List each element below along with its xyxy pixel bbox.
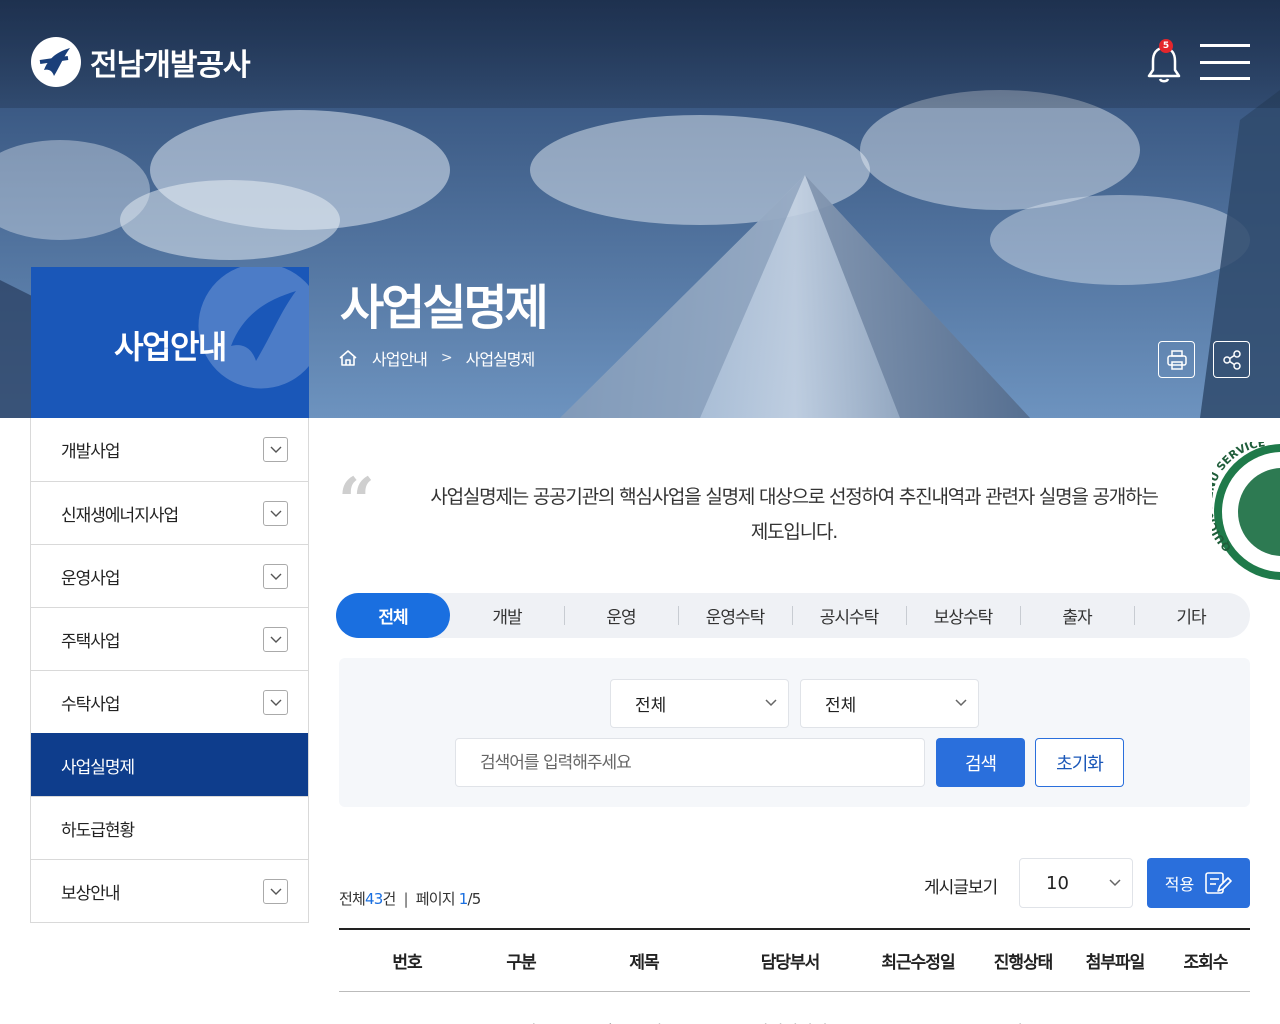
column-header: 담당부서 [760,953,821,973]
table-header: 번호 구분 제목 담당부서 최근수정일 진행상태 첨부파일 조회수 [339,930,1250,992]
sidebar-item-label: 사업실명제 [61,757,135,778]
apply-label: 적용 [1164,875,1195,894]
brand-name: 전남개발공사 [90,48,251,83]
sidebar-item-compensation[interactable]: 보상안내 [31,859,308,922]
sidebar-item-renewable-energy[interactable]: 신재생에너지사업 [31,481,308,544]
tab-investment[interactable]: 출자 [1020,593,1134,638]
section-title-box: 사업안내 [31,267,309,418]
column-header: 첨부파일 [1085,953,1146,973]
section-title: 사업안내 [114,328,227,366]
page-prefix: 페이지 [415,890,456,908]
sidebar-item-label: 보상안내 [61,883,121,904]
divider: | [403,890,409,908]
print-button[interactable] [1158,341,1195,378]
per-page-value: 10 [1046,872,1069,894]
share-icon [1222,349,1241,370]
column-header: 최근수정일 [881,953,955,973]
sidebar-item-label: 수탁사업 [61,694,121,715]
sidebar-item-subcontract[interactable]: 하도급현황 [31,796,308,859]
search-input[interactable] [455,738,925,787]
intro-text: 사업실명제는 공공기관의 핵심사업을 실명제 대상으로 선정하여 추진내역과 관… [398,480,1190,550]
sidebar-item-label: 운영사업 [61,568,121,589]
cell-department: 경영지원처 [721,992,859,1024]
printer-icon [1166,349,1187,370]
cell-attachment [1069,992,1161,1024]
sidebar-item-project-real-name[interactable]: 사업실명제 [31,733,308,796]
cell-status: 완료 [977,992,1069,1024]
sidebar-item-housing[interactable]: 주택사업 [31,607,308,670]
search-button[interactable]: 검색 [936,738,1025,787]
sidebar-item-label: 주택사업 [61,631,121,652]
logo-mark-icon [31,37,81,87]
tab-development[interactable]: 개발 [450,593,564,638]
menu-hamburger-icon[interactable] [1200,44,1250,80]
column-header: 번호 [392,953,422,973]
quote-icon: “ [338,464,375,539]
tab-other[interactable]: 기타 [1134,593,1248,638]
chevron-down-icon[interactable] [263,879,288,904]
search-field-select[interactable]: 전체 [800,679,979,728]
intro-line: 제도입니다. [750,521,838,543]
quick-menu-service-badge[interactable]: QUICK MENU SERVICE [1212,442,1280,582]
sidebar-item-label: 하도급현황 [61,820,135,841]
tab-operation[interactable]: 운영 [564,593,678,638]
chevron-down-icon[interactable] [263,564,288,589]
per-page-select[interactable]: 10 [1019,858,1133,908]
sidebar-item-label: 개발사업 [61,442,121,462]
category-tabs: 전체 개발 운영 운영수탁 공시수탁 보상수탁 출자 기타 [336,593,1250,638]
chevron-down-icon [955,699,967,707]
column-header: 조회수 [1183,953,1229,973]
cell-category: 운영 [475,992,567,1024]
project-table: 번호 구분 제목 담당부서 최근수정일 진행상태 첨부파일 조회수 43 운영 … [339,928,1250,1024]
page-current: 1 [458,890,469,908]
search-panel: 전체 전체 검색 초기화 [339,658,1250,807]
sidebar-item-development[interactable]: 개발사업 [31,418,308,481]
table-row[interactable]: 43 운영 테스트 게시글 경영지원처 2026-04- 완료 6 [339,992,1250,1024]
edit-document-icon [1205,872,1233,894]
cell-modified-date: 2026-04- [859,992,977,1024]
total-suffix: 건 [382,890,397,908]
breadcrumb-item[interactable]: 사업안내 [372,346,428,370]
column-header: 구분 [506,953,536,973]
chevron-down-icon [1109,879,1121,887]
home-icon[interactable] [338,348,358,368]
category-select[interactable]: 전체 [610,679,789,728]
tab-all[interactable]: 전체 [336,593,450,638]
cell-number: 43 [339,992,475,1024]
page-title: 사업실명제 [340,280,549,336]
sidebar-item-operation[interactable]: 운영사업 [31,544,308,607]
logo[interactable]: 전남개발공사 [30,36,251,88]
tab-operation-consignment[interactable]: 운영수탁 [678,593,792,638]
search-field-select-value: 전체 [825,696,857,716]
category-select-value: 전체 [635,696,667,716]
tab-public-consignment[interactable]: 공시수탁 [792,593,906,638]
per-page-label: 게시글보기 [924,878,998,898]
share-button[interactable] [1213,341,1250,378]
chevron-down-icon [765,699,777,707]
sidebar-item-consignment[interactable]: 수탁사업 [31,670,308,733]
hero-banner: 전남개발공사 5 사업안내 사업실명제 사업안내 > 사업실명제 [0,0,1280,418]
page-total: /5 [467,890,482,908]
chevron-down-icon[interactable] [263,690,288,715]
column-header: 진행상태 [993,953,1054,973]
apply-button[interactable]: 적용 [1147,858,1250,908]
breadcrumb-item[interactable]: 사업실명제 [466,346,536,370]
chevron-right-icon: > [440,350,453,366]
cell-title-link[interactable]: 테스트 게시글 [567,992,721,1024]
breadcrumb: 사업안내 > 사업실명제 [338,346,536,370]
cell-views: 6 [1161,992,1250,1024]
list-count-info: 전체43건 | 페이지 1/5 [339,888,481,909]
reset-button[interactable]: 초기화 [1035,738,1124,787]
sidebar-item-label: 신재생에너지사업 [61,505,179,526]
chevron-down-icon[interactable] [263,437,288,462]
sidebar-nav: 개발사업 신재생에너지사업 운영사업 주택사업 수탁사업 사업실명제 하도급현황… [30,418,309,923]
total-prefix: 전체 [339,890,366,908]
tab-compensation-consignment[interactable]: 보상수탁 [906,593,1020,638]
total-count: 43 [365,890,383,908]
column-header: 제목 [629,953,659,973]
chevron-down-icon[interactable] [263,501,288,526]
chevron-down-icon[interactable] [263,627,288,652]
notification-badge: 5 [1159,39,1173,53]
intro-line: 사업실명제는 공공기관의 핵심사업을 실명제 대상으로 선정하여 추진내역과 관… [430,486,1159,508]
